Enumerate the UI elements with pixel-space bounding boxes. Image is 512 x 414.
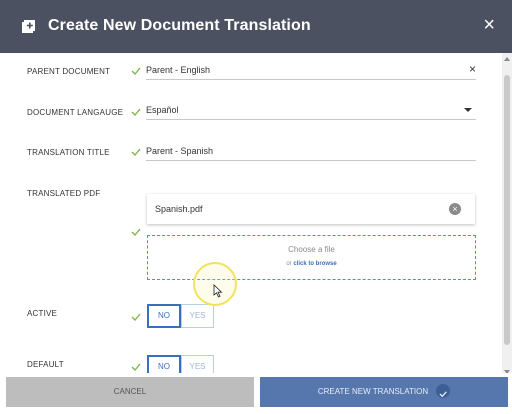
scroll-up-icon[interactable] bbox=[504, 57, 510, 61]
parent-document-label: PARENT DOCUMENT bbox=[27, 67, 111, 76]
cancel-button[interactable]: CANCEL bbox=[6, 377, 254, 407]
create-translation-label: CREATE NEW TRANSLATION bbox=[317, 387, 429, 396]
dropzone-subtext: or click to browse bbox=[148, 261, 475, 267]
close-icon[interactable]: × bbox=[483, 15, 495, 35]
checkmark-icon bbox=[131, 313, 141, 321]
dropzone-text: Choose a file bbox=[288, 245, 335, 254]
uploaded-file-card: Spanish.pdf × bbox=[147, 194, 475, 224]
file-name: Spanish.pdf bbox=[155, 204, 203, 214]
caret-down-icon[interactable] bbox=[464, 108, 472, 112]
parent-document-value: Parent - English bbox=[146, 65, 211, 75]
mouse-cursor-icon bbox=[213, 284, 223, 298]
document-language-select[interactable]: Español bbox=[146, 101, 476, 120]
dialog-header: Create New Document Translation × bbox=[0, 0, 512, 53]
parent-document-field[interactable]: Parent - English × bbox=[146, 61, 476, 80]
dialog-title: Create New Document Translation bbox=[48, 17, 311, 34]
checkmark-icon bbox=[131, 108, 141, 116]
scrollbar[interactable] bbox=[502, 53, 512, 378]
clear-icon[interactable]: × bbox=[469, 62, 476, 76]
active-no-option[interactable]: NO bbox=[147, 304, 181, 328]
translation-title-input[interactable]: Parent - Spanish bbox=[146, 142, 476, 161]
default-label: DEFAULT bbox=[27, 360, 64, 369]
dialog-footer: CANCEL CREATE NEW TRANSLATION bbox=[0, 373, 512, 411]
remove-circle-icon[interactable]: × bbox=[449, 203, 461, 215]
checkmark-icon bbox=[131, 148, 141, 156]
document-language-value: Español bbox=[146, 105, 179, 115]
active-toggle[interactable]: NO YES bbox=[147, 304, 214, 328]
scroll-thumb[interactable] bbox=[504, 75, 510, 345]
create-translation-button[interactable]: CREATE NEW TRANSLATION bbox=[260, 377, 508, 407]
document-language-label: DOCUMENT LANGAUGE bbox=[27, 108, 124, 117]
checkmark-circle-icon bbox=[436, 383, 451, 398]
translation-title-value: Parent - Spanish bbox=[146, 146, 214, 156]
active-yes-option[interactable]: YES bbox=[181, 304, 214, 328]
checkmark-icon bbox=[131, 363, 141, 371]
translated-pdf-label: TRANSLATED PDF bbox=[27, 189, 101, 198]
browse-link[interactable]: click to browse bbox=[293, 261, 336, 267]
dialog-body[interactable]: PARENT DOCUMENT Parent - English × DOCUM… bbox=[0, 53, 500, 378]
active-label: ACTIVE bbox=[27, 309, 58, 318]
translation-title-label: TRANSLATION TITLE bbox=[27, 148, 110, 157]
checkmark-icon bbox=[131, 228, 141, 236]
add-document-icon bbox=[22, 20, 35, 33]
checkmark-icon bbox=[131, 67, 141, 75]
